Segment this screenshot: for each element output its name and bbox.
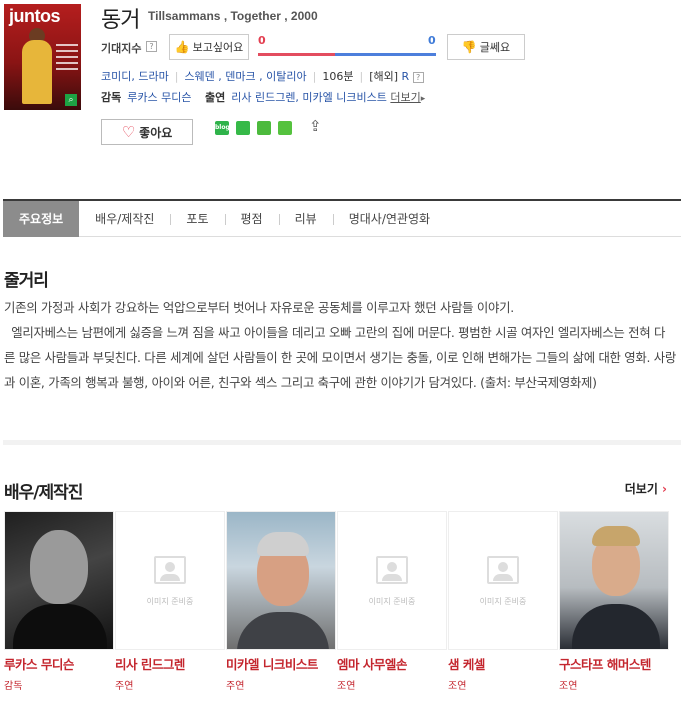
cast-section-title: 배우/제작진 bbox=[4, 483, 83, 503]
want-bar bbox=[258, 53, 335, 56]
credits-more-link[interactable]: 더보기 bbox=[390, 91, 420, 104]
synopsis-title: 줄거리 bbox=[4, 271, 49, 291]
synopsis-line: 기존의 가정과 사회가 강요하는 억압으로부터 벗어나 자유로운 공동체를 이루… bbox=[4, 300, 514, 315]
person-photo[interactable] bbox=[226, 511, 336, 650]
movie-subtitle: Tillsammans , Together , 2000 bbox=[148, 9, 318, 23]
person-name[interactable]: 엠마 사무엘손 bbox=[337, 654, 448, 673]
cast-card[interactable]: 루카스 무디슨 감독 bbox=[4, 511, 115, 692]
runtime: 106분 bbox=[322, 70, 354, 83]
person-role: 감독 bbox=[4, 681, 23, 692]
like-button[interactable]: ♡ 좋아요 bbox=[101, 119, 193, 145]
rating-help-icon[interactable]: ? bbox=[412, 71, 424, 83]
cast-card[interactable]: 이미지 준비중 리사 린드그렌 주연 bbox=[115, 511, 226, 692]
poster-title: juntos bbox=[9, 6, 61, 26]
person-name[interactable]: 구스타프 해머스텐 bbox=[559, 654, 670, 673]
tab-rating[interactable]: 평점 bbox=[224, 201, 279, 237]
cast-list: 루카스 무디슨 감독 이미지 준비중 리사 린드그렌 주연 미카엘 니크비스트 … bbox=[4, 511, 670, 692]
movie-poster[interactable]: juntos ⌕ bbox=[4, 4, 81, 110]
cast-card[interactable]: 이미지 준비중 엠마 사무엘손 조연 bbox=[337, 511, 448, 692]
tab-photo[interactable]: 포토 bbox=[170, 201, 224, 237]
thumbs-up-icon: 👍 bbox=[174, 40, 190, 54]
rating-prefix: [해외] bbox=[369, 70, 399, 83]
person-role: 조연 bbox=[337, 681, 356, 692]
person-photo[interactable] bbox=[4, 511, 114, 650]
zoom-icon[interactable]: ⌕ bbox=[65, 94, 77, 106]
thumbs-down-icon: 👎 bbox=[461, 40, 477, 54]
person-name[interactable]: 리사 린드그렌 bbox=[115, 654, 226, 673]
blog-share-icon[interactable]: blog bbox=[215, 121, 230, 135]
synopsis-text: 기존의 가정과 사회가 강요하는 억압으로부터 벗어나 자유로운 공동체를 이루… bbox=[4, 295, 676, 395]
expectation-row: 기대지수 ? 👍 보고싶어요 0 0 👎 글쎄요 bbox=[101, 34, 531, 60]
cast-label: 출연 bbox=[204, 91, 226, 104]
synopsis-line: 엘리자베스는 남편에게 싫증을 느껴 짐을 싸고 아이들을 데리고 오빠 고란의… bbox=[4, 325, 676, 390]
person-photo-placeholder[interactable]: 이미지 준비중 bbox=[115, 511, 225, 650]
no-bar bbox=[335, 53, 436, 56]
country-link[interactable]: 스웨덴 , 덴마크 , 이탈리아 bbox=[184, 70, 306, 83]
section-divider bbox=[3, 440, 681, 445]
person-photo-placeholder[interactable]: 이미지 준비중 bbox=[337, 511, 447, 650]
no-count: 0 bbox=[428, 34, 436, 47]
person-placeholder-icon bbox=[154, 556, 186, 584]
person-photo[interactable] bbox=[559, 511, 669, 650]
person-placeholder-icon bbox=[376, 556, 408, 584]
rating-link[interactable]: R bbox=[402, 70, 410, 83]
heart-icon: ♡ bbox=[121, 123, 136, 141]
person-role: 주연 bbox=[226, 681, 245, 692]
director-label: 감독 bbox=[101, 91, 122, 104]
help-icon[interactable]: ? bbox=[146, 41, 157, 52]
person-name[interactable]: 샘 케셀 bbox=[448, 654, 559, 673]
tab-cast-crew[interactable]: 배우/제작진 bbox=[79, 201, 170, 237]
share-icon[interactable]: ⇪ bbox=[309, 117, 322, 135]
person-role: 조연 bbox=[448, 681, 467, 692]
person-role: 주연 bbox=[115, 681, 134, 692]
person-name[interactable]: 루카스 무디슨 bbox=[4, 654, 115, 673]
movie-meta: 코미디, 드라마 | 스웨덴 , 덴마크 , 이탈리아 | 106분 | [해외] R ? bbox=[101, 68, 424, 84]
no-button[interactable]: 👎 글쎄요 bbox=[447, 34, 525, 60]
want-count: 0 bbox=[258, 34, 266, 47]
cafe-share-icon[interactable] bbox=[236, 121, 250, 135]
movie-title: 동거 bbox=[101, 8, 140, 33]
cast-card[interactable]: 미카엘 니크비스트 주연 bbox=[226, 511, 337, 692]
cast-card[interactable]: 구스타프 해머스텐 조연 bbox=[559, 511, 670, 692]
kakao-share-icon[interactable] bbox=[257, 121, 271, 135]
chevron-right-icon: › bbox=[662, 482, 667, 496]
cast-more-link[interactable]: 더보기 › bbox=[625, 480, 667, 497]
person-photo-placeholder[interactable]: 이미지 준비중 bbox=[448, 511, 558, 650]
credits-row: 감독 루카스 무디슨 출연 리사 린드그렌, 미카엘 니크비스트 더보기▸ bbox=[101, 89, 425, 105]
want-button[interactable]: 👍 보고싶어요 bbox=[169, 34, 249, 60]
cast-link[interactable]: 리사 린드그렌, 미카엘 니크비스트 bbox=[231, 91, 387, 104]
person-role: 조연 bbox=[559, 681, 578, 692]
tab-review[interactable]: 리뷰 bbox=[278, 201, 333, 237]
person-name[interactable]: 미카엘 니크비스트 bbox=[226, 654, 337, 673]
tab-bar: 주요정보 배우/제작진 포토 평점 리뷰 명대사/연관영화 bbox=[3, 200, 681, 237]
cast-card[interactable]: 이미지 준비중 샘 케셀 조연 bbox=[448, 511, 559, 692]
tab-main-info[interactable]: 주요정보 bbox=[3, 200, 80, 237]
band-share-icon[interactable] bbox=[278, 121, 292, 135]
genre-link[interactable]: 코미디, 드라마 bbox=[101, 70, 169, 83]
expectation-label: 기대지수 bbox=[101, 42, 142, 55]
chevron-right-icon: ▸ bbox=[420, 94, 426, 104]
person-placeholder-icon bbox=[487, 556, 519, 584]
tab-quotes-related[interactable]: 명대사/연관영화 bbox=[332, 201, 446, 237]
director-link[interactable]: 루카스 무디슨 bbox=[127, 91, 191, 104]
